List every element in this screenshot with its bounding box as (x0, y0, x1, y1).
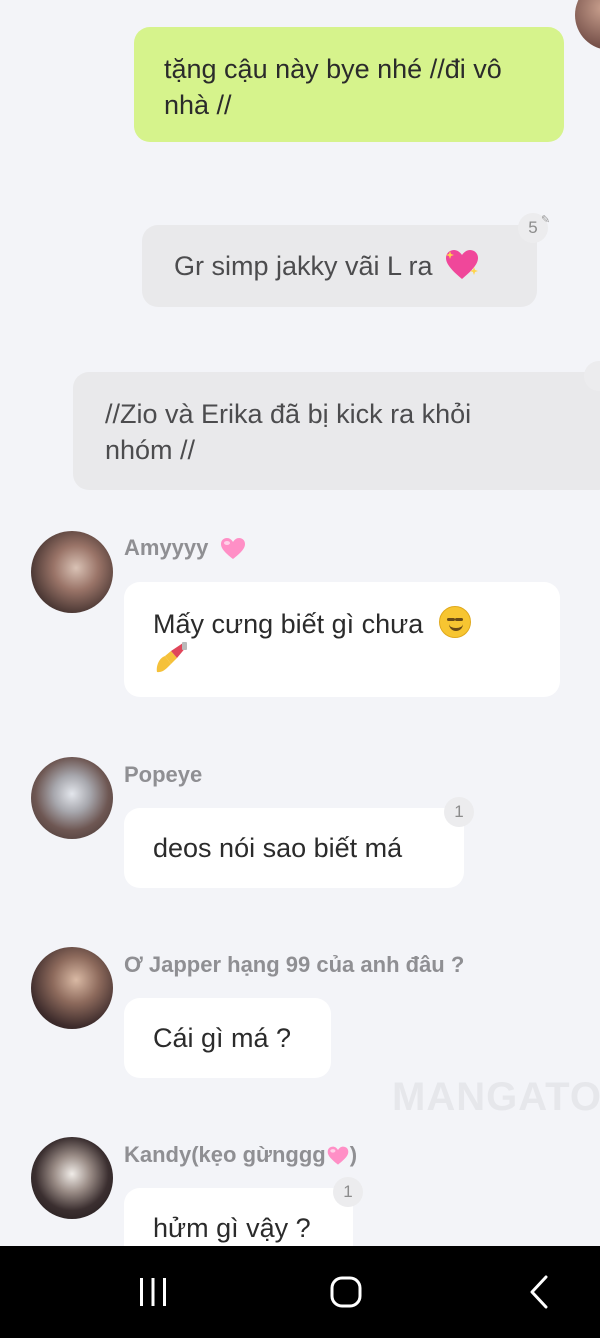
message-text: Gr simp jakky vãi L ra (174, 251, 433, 281)
avatar[interactable] (31, 757, 113, 839)
message-bubble[interactable]: Cái gì má ? (124, 998, 331, 1078)
message-text: hửm gì vậy ? (153, 1213, 311, 1243)
avatar[interactable] (31, 1137, 113, 1219)
message-bubble[interactable]: Mấy cưng biết gì chưa (124, 582, 560, 697)
message-bubble[interactable]: tặng cậu này bye nhé //đi vô nhà // (134, 27, 564, 142)
sender-name[interactable]: Amyyyy (124, 535, 247, 561)
message-bubble[interactable]: hửm gì vậy ? (124, 1188, 353, 1246)
back-icon (530, 1275, 548, 1309)
pink-heart-icon (220, 538, 245, 560)
avatar[interactable] (575, 0, 600, 50)
home-icon (330, 1276, 362, 1308)
message-text: tặng cậu này bye nhé //đi vô nhà // (164, 54, 502, 120)
nail-polish-icon (156, 642, 187, 673)
sender-name[interactable]: Ơ Japper hạng 99 của anh đâu ? (124, 952, 464, 978)
message-bubble[interactable]: Gr simp jakky vãi L ra (142, 225, 537, 307)
chat-scroll-area[interactable]: tặng cậu này bye nhé //đi vô nhà // Gr s… (0, 0, 600, 1246)
message-text: Mấy cưng biết gì chưa (153, 609, 424, 639)
back-button[interactable] (489, 1246, 589, 1338)
sender-name[interactable]: Popeye (124, 762, 202, 788)
edit-icon: ✎ (541, 214, 551, 226)
home-button[interactable] (296, 1246, 396, 1338)
recent-apps-icon (140, 1278, 166, 1306)
message-text: Cái gì má ? (153, 1023, 292, 1053)
message-text: deos nói sao biết má (153, 833, 403, 863)
sparkling-heart-icon (446, 250, 479, 279)
navigation-bar (0, 1246, 600, 1338)
smirk-emoji-icon (438, 606, 471, 638)
pink-heart-icon (327, 1146, 349, 1165)
message-bubble[interactable]: deos nói sao biết má (124, 808, 464, 888)
sender-name[interactable]: Kandy(kẹo gừnggg ) (124, 1142, 357, 1168)
message-bubble[interactable]: //Zio và Erika đã bị kick ra khỏi nhóm /… (73, 372, 600, 490)
recent-apps-button[interactable] (103, 1246, 203, 1338)
message-text: //Zio và Erika đã bị kick ra khỏi nhóm /… (105, 399, 472, 465)
avatar[interactable] (31, 947, 113, 1029)
watermark: MANGATOO (392, 1075, 600, 1119)
avatar[interactable] (31, 531, 113, 613)
reaction-count-badge[interactable]: 1 (444, 797, 474, 827)
reaction-count-badge[interactable]: 1 (333, 1177, 363, 1207)
